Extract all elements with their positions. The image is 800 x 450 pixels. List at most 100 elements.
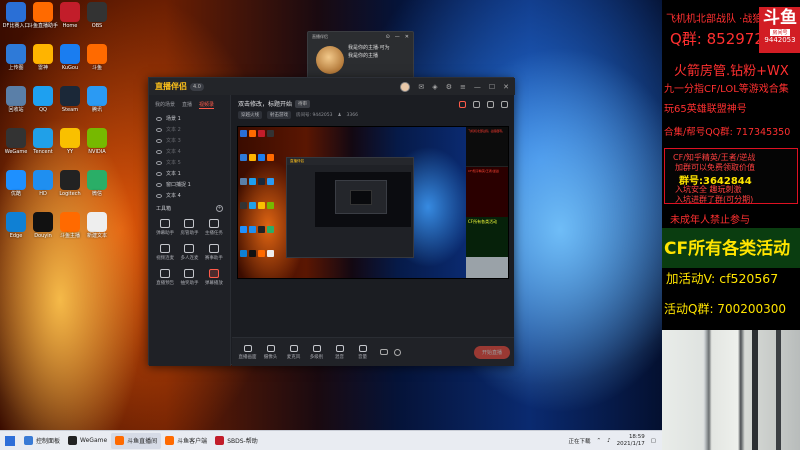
desktop-icon-label: QQ [39,107,47,113]
eye-icon[interactable] [156,127,162,132]
desktop-icon[interactable]: 上传图 [2,44,30,71]
desktop-icon[interactable]: Tencent [29,128,57,155]
desktop-icon[interactable]: QQ [29,86,57,113]
tool-button[interactable]: 直播预告 [153,269,177,286]
settings-icon[interactable]: ⚙ [446,83,452,91]
scene-item[interactable]: 场景 1 [149,113,230,124]
desktop-icon[interactable]: Douyin [29,212,57,239]
subcategory-chip[interactable]: 射击游戏 [267,111,291,119]
tool-button[interactable]: 主播任务 [202,219,226,236]
user-avatar[interactable] [400,81,411,92]
desktop-icon[interactable]: 斗鱼 [83,44,111,71]
eye-icon[interactable] [156,193,162,198]
tool-button[interactable]: 多人连麦 [177,244,201,261]
floating-message-line1: 我是你的主播·可为 [348,45,390,51]
record-icon[interactable] [487,101,494,108]
clock[interactable]: 18:59 2021/1/17 [617,434,645,448]
desktop-icon[interactable]: 回收站 [2,86,30,113]
stats-icon[interactable] [473,101,480,108]
scene-item[interactable]: 文本 4 [149,190,230,201]
maximize-icon[interactable]: ☐ [489,83,495,91]
tool-button[interactable]: 弹幕播放 [202,269,226,286]
eye-icon[interactable] [156,182,162,187]
scene-item[interactable]: 文本 3 [149,135,230,146]
tool-icon [160,269,171,278]
bitrate-icon[interactable] [380,349,388,355]
control-button[interactable]: 音量 [351,344,374,360]
eye-icon[interactable] [156,138,162,143]
desktop-icon[interactable]: WeGame [2,128,30,155]
desktop-icon[interactable]: Logitech [56,170,84,197]
taskbar-item[interactable]: WeGame [64,433,111,449]
settings-icon[interactable] [394,348,401,356]
window-frame-bar-2 [776,330,781,450]
eye-icon[interactable] [156,116,162,121]
desktop-icon[interactable]: KuGou [56,44,84,71]
menu-icon[interactable]: ≡ [460,83,466,91]
category-chip[interactable]: 穿越火线 [238,111,262,119]
minimize-icon[interactable]: — [474,83,481,91]
volume-icon[interactable]: ♪ [607,438,611,444]
message-icon[interactable]: ✉ [418,83,424,91]
scene-item[interactable]: 文本 1 [149,168,230,179]
desktop-icon[interactable]: 微信 [83,170,111,197]
desktop-icon[interactable]: Home [56,2,84,29]
desktop-icon[interactable]: 优酷 [2,170,30,197]
desktop-icon[interactable]: HD [29,170,57,197]
desktop-icon[interactable]: YY [56,128,84,155]
control-button[interactable]: 摄像头 [259,344,282,360]
tool-button[interactable]: 视频连麦 [153,244,177,261]
notification-icon[interactable]: ▢ [651,438,656,444]
desktop-icon[interactable]: NVIDIA [83,128,111,155]
eye-icon[interactable] [156,149,162,154]
scene-item[interactable]: 窗口捕捉 1 [149,179,230,190]
floating-window-title: 直播伴侣 [312,34,328,39]
taskbar-item[interactable]: 斗鱼直播间 [111,432,162,449]
tool-icon [208,219,219,228]
desktop-icon[interactable]: 斗鱼主播 [56,212,84,239]
stream-title[interactable]: 双击修改，标题开始 [238,99,292,108]
scene-item[interactable]: 文本 2 [149,124,230,135]
tab-scenes[interactable]: 我的场景 [155,101,175,109]
download-status[interactable]: 正在下载 [568,437,590,445]
tool-button[interactable]: 弹幕助手 [153,219,177,236]
control-button[interactable]: 麦克风 [282,344,305,360]
skin-icon[interactable]: ◈ [432,83,437,91]
control-button[interactable]: 多级别 [305,344,328,360]
tab-video[interactable]: 视频录 [199,101,215,109]
go-live-button[interactable]: 开始直播 [473,345,510,359]
taskbar-item[interactable]: SBDS-帮助 [211,433,262,449]
control-button[interactable]: 混音 [328,344,351,360]
scene-label: 场景 1 [166,116,181,122]
desktop-icon[interactable]: DF比赛入口 [2,2,30,29]
tool-button[interactable]: 赛事助手 [202,244,226,261]
desktop-icon[interactable]: 新建文本 [83,212,111,239]
gift-icon[interactable] [459,101,466,108]
desktop-icon[interactable]: OBS [83,2,111,29]
add-tool-icon[interactable]: + [216,205,223,212]
desktop-icon[interactable]: Edge [2,212,30,239]
scene-item[interactable]: 文本 4 [149,146,230,157]
close-icon[interactable]: ✕ [503,83,509,91]
app-icon [33,2,53,22]
desktop-icon[interactable]: 斗鱼直播助手 [28,2,58,29]
live-preview[interactable]: 直播伴侣 飞机机北部战队 ·战狼部队 CF/知乎精英/王者/逆战 CF所有各类活… [237,126,509,279]
chevron-up-icon[interactable]: ⌃ [596,438,601,444]
tool-button[interactable]: 抽奖助手 [177,269,201,286]
eye-icon[interactable] [156,160,162,165]
start-icon[interactable] [5,435,15,446]
eye-icon[interactable] [156,171,162,176]
desktop-icon[interactable]: Steam [56,86,84,113]
taskbar-item[interactable]: 斗鱼客户端 [161,433,211,449]
tool-button[interactable]: 房管助手 [177,219,201,236]
control-button[interactable]: 直播画面 [236,344,259,360]
desktop-icon[interactable]: 雷神 [29,44,57,71]
tab-live[interactable]: 直播 [182,101,192,109]
desktop-icon[interactable]: 腾讯 [83,86,111,113]
taskbar-item[interactable]: 控制面板 [20,433,64,449]
scene-item[interactable]: 文本 5 [149,157,230,168]
close-icon[interactable]: ✕ [405,34,409,40]
share-icon[interactable] [501,101,508,108]
pin-icon[interactable]: ⊙ [386,34,390,40]
minimize-icon[interactable]: — [395,34,400,40]
